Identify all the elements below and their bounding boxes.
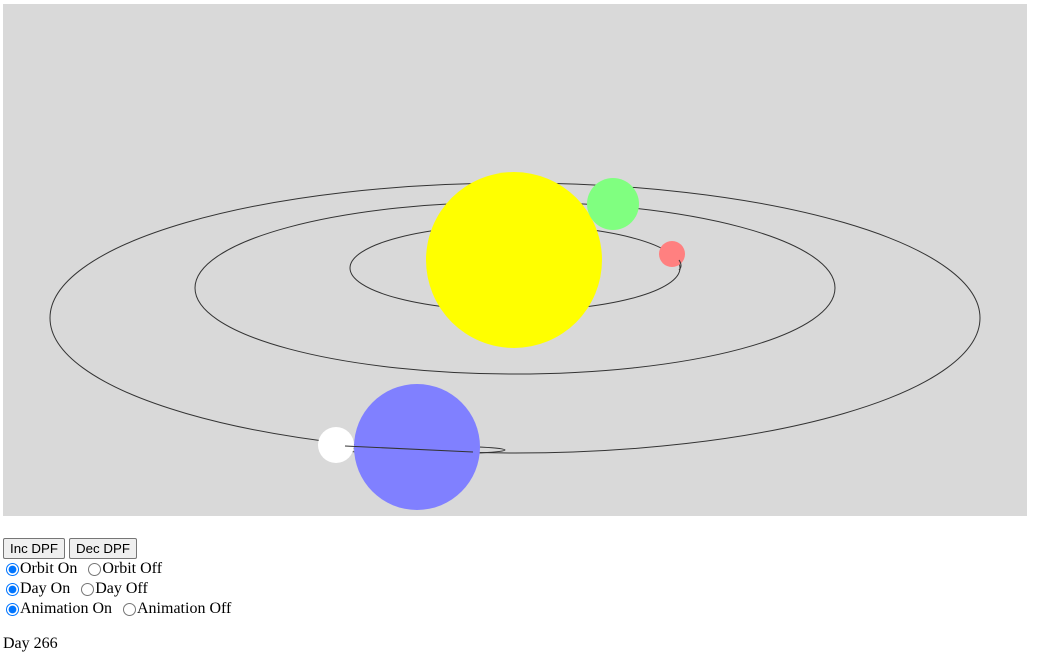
day-on-option[interactable]: Day On [3, 579, 70, 599]
orbit-on-radio[interactable] [6, 562, 19, 576]
orbit-off-radio[interactable] [88, 562, 102, 576]
moon [318, 427, 354, 463]
controls-panel: Inc DPF Dec DPF Orbit On Orbit Off Day O… [3, 538, 231, 619]
day-radio-row: Day On Day Off [3, 579, 231, 599]
day-on-label: Day On [20, 580, 71, 597]
inc-dpf-button[interactable]: Inc DPF [3, 538, 66, 559]
dpf-button-row: Inc DPF Dec DPF [3, 538, 231, 559]
day-off-option[interactable]: Day Off [78, 579, 148, 599]
day-off-label: Day Off [95, 580, 148, 597]
animation-off-option[interactable]: Animation Off [120, 599, 231, 619]
orbit-on-label: Orbit On [20, 560, 78, 577]
animation-on-radio[interactable] [6, 602, 19, 616]
venus [587, 178, 639, 230]
solar-system-canvas [3, 4, 1027, 516]
animation-off-label: Animation Off [137, 600, 232, 617]
day-on-radio[interactable] [6, 582, 19, 596]
solar-system-svg [49, 172, 981, 510]
day-counter: Day 266 [3, 635, 58, 652]
animation-off-radio[interactable] [123, 602, 136, 616]
animation-on-option[interactable]: Animation On [3, 599, 112, 619]
animation-radio-row: Animation On Animation Off [3, 599, 231, 619]
animation-on-label: Animation On [20, 600, 112, 617]
orbit-off-option[interactable]: Orbit Off [85, 559, 162, 579]
dec-dpf-button[interactable]: Dec DPF [69, 538, 137, 559]
sun [426, 172, 602, 348]
day-off-radio[interactable] [81, 582, 95, 596]
orbit-on-option[interactable]: Orbit On [3, 559, 77, 579]
orbit-radio-row: Orbit On Orbit Off [3, 559, 231, 579]
orbit-off-label: Orbit Off [102, 560, 163, 577]
